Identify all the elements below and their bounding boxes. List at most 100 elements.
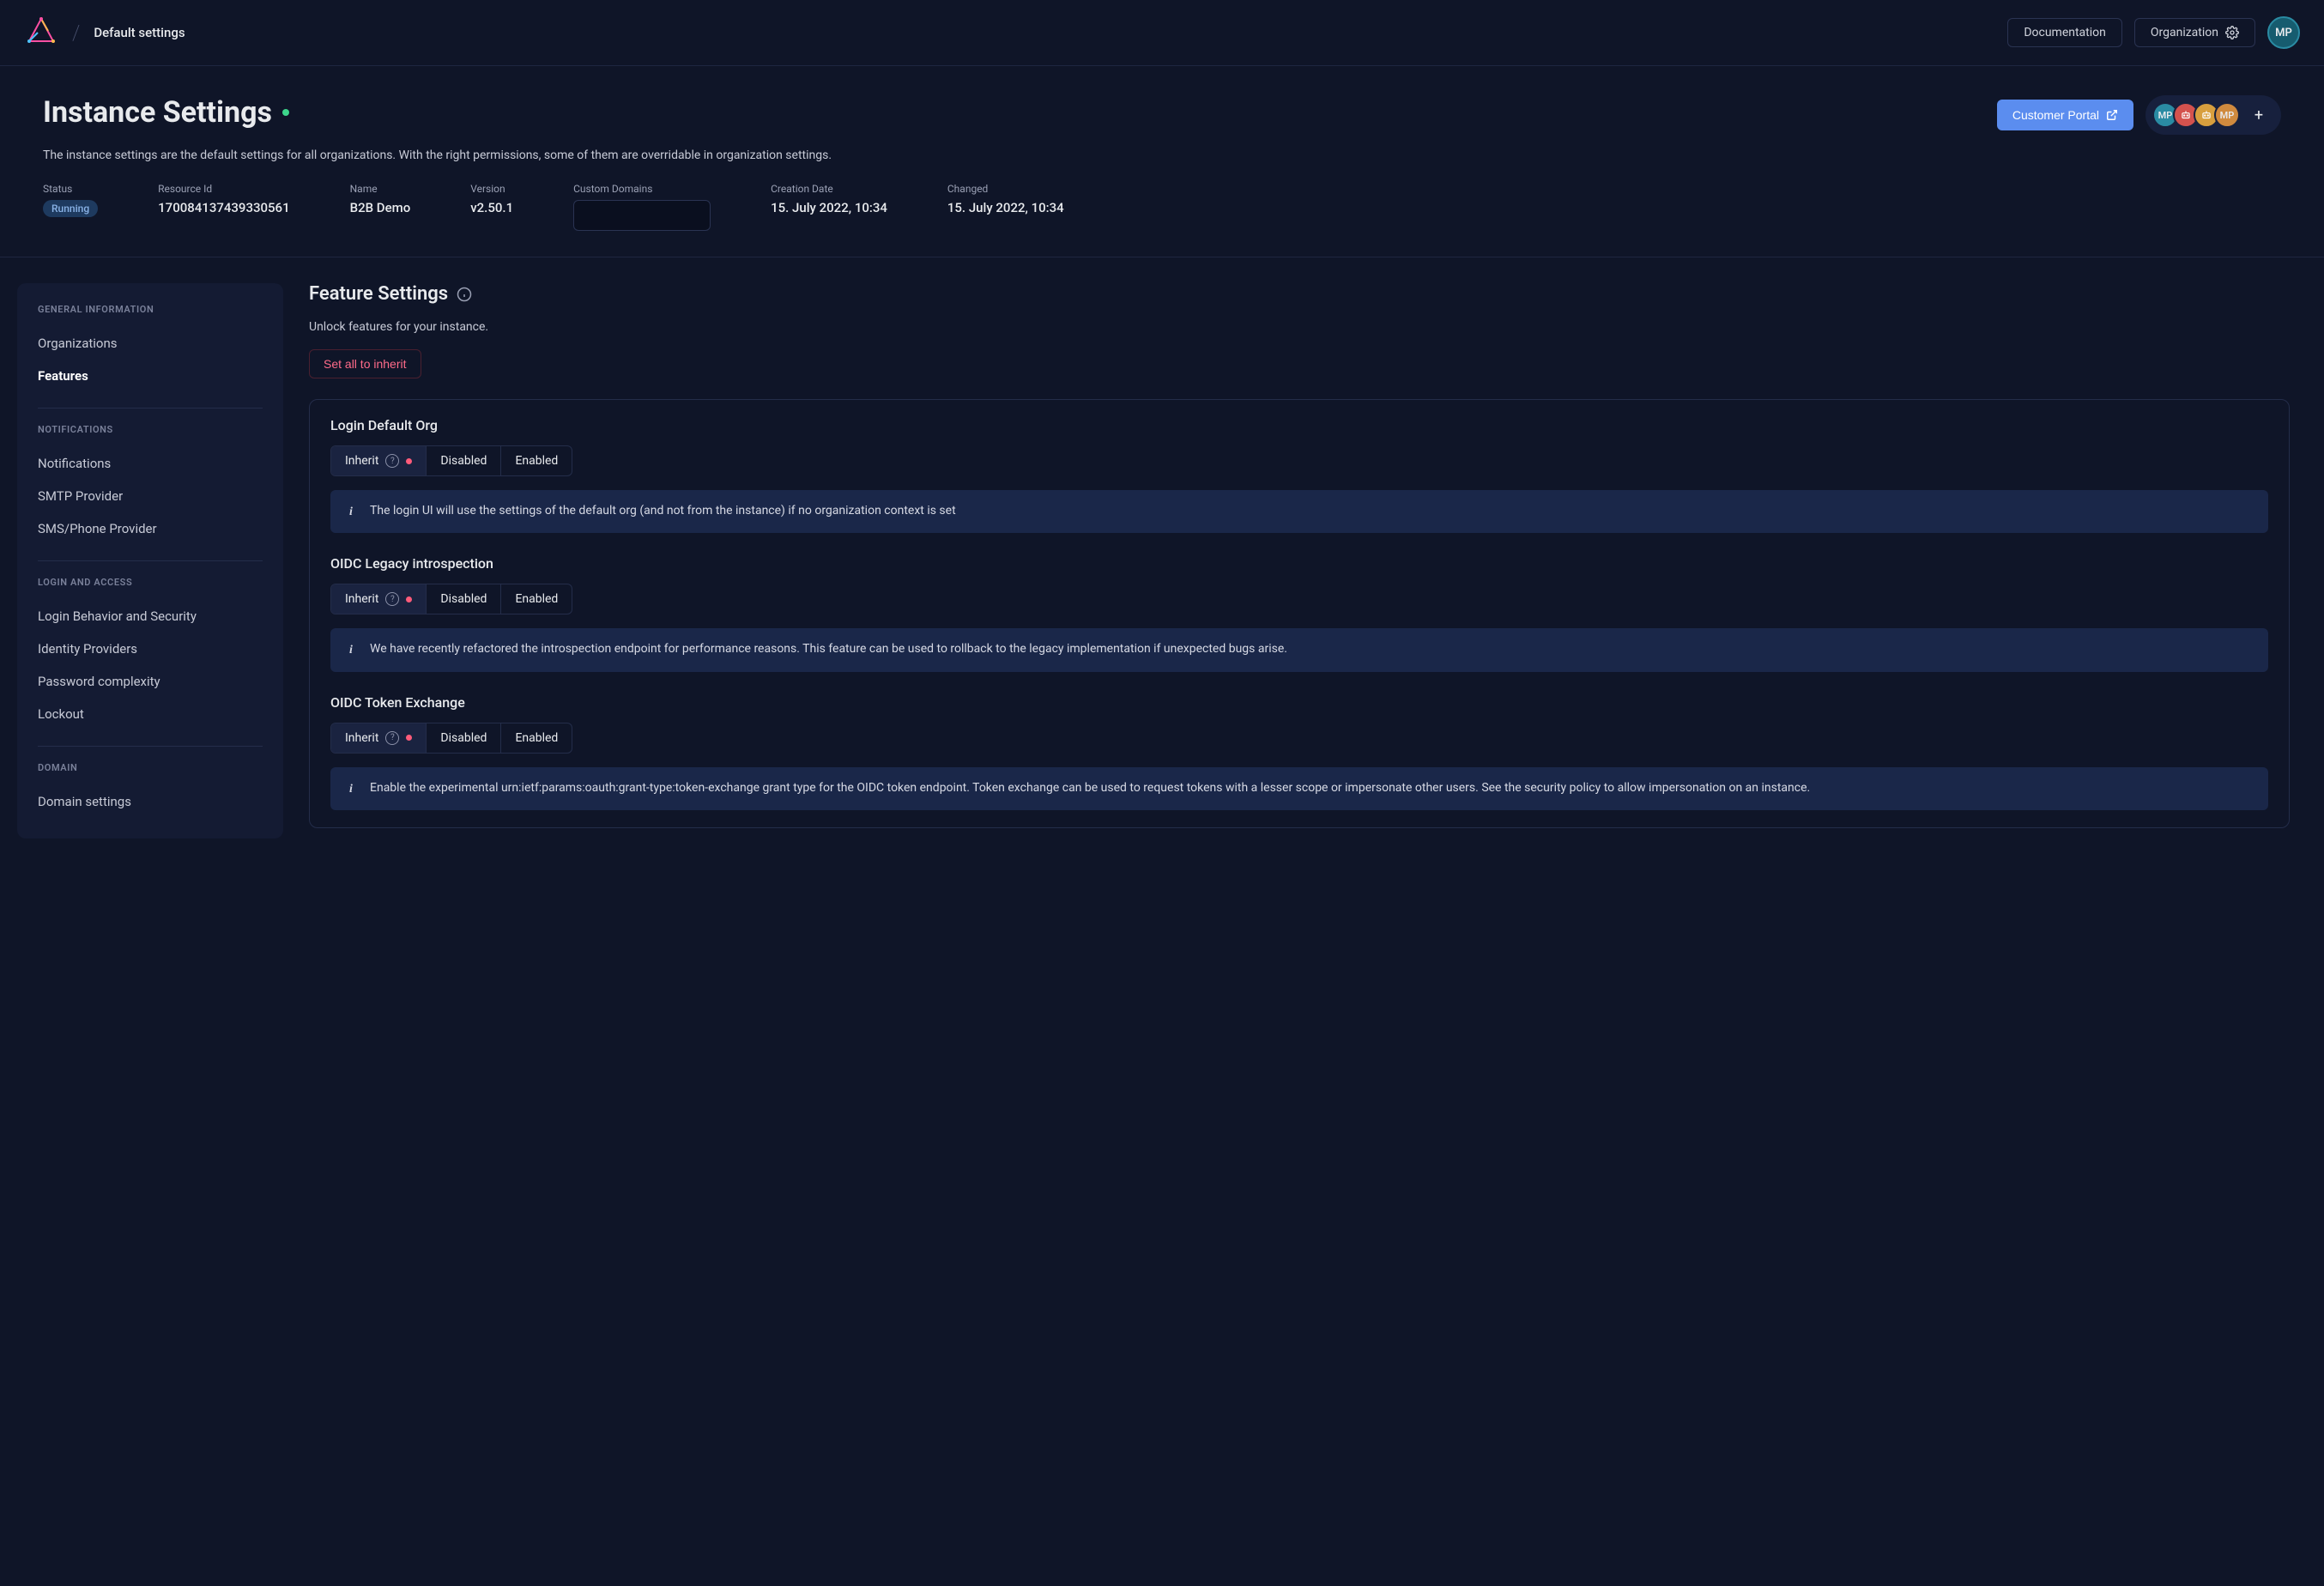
content-area: Feature Settings Unlock features for you…	[309, 283, 2307, 838]
meta-row: Status Running Resource Id 1700841374393…	[43, 183, 2281, 231]
content-title: Feature Settings	[309, 283, 2290, 305]
info-icon: i	[344, 640, 358, 659]
meta-name-value: B2B Demo	[350, 200, 411, 215]
help-icon[interactable]: ?	[385, 454, 399, 468]
feature-settings-box: Login Default Org Inherit ? Disabled Ena…	[309, 399, 2290, 828]
page-header: Instance Settings Customer Portal MP	[0, 66, 2324, 257]
feature-login-default-org: Login Default Org Inherit ? Disabled Ena…	[330, 417, 2268, 533]
content-subtitle: Unlock features for your instance.	[309, 320, 2290, 334]
meta-custom-domains: Custom Domains	[573, 183, 711, 231]
sidebar-item-sms[interactable]: SMS/Phone Provider	[38, 512, 263, 545]
set-all-inherit-button[interactable]: Set all to inherit	[309, 349, 421, 378]
info-text: We have recently refactored the introspe…	[370, 640, 1287, 657]
gear-icon	[2225, 26, 2239, 39]
info-text: Enable the experimental urn:ietf:params:…	[370, 779, 1810, 796]
sidebar-item-idp[interactable]: Identity Providers	[38, 633, 263, 665]
sidebar-divider	[38, 560, 263, 561]
sidebar-item-password[interactable]: Password complexity	[38, 665, 263, 698]
info-banner: i The login UI will use the settings of …	[330, 490, 2268, 533]
toggle-inherit[interactable]: Inherit ?	[331, 584, 427, 614]
breadcrumb-separator: /	[72, 21, 80, 45]
sidebar-item-smtp[interactable]: SMTP Provider	[38, 480, 263, 512]
toggle-disabled[interactable]: Disabled	[427, 723, 501, 753]
meta-changed-label: Changed	[947, 183, 1064, 195]
toggle-disabled[interactable]: Disabled	[427, 446, 501, 475]
user-avatar[interactable]: MP	[2267, 16, 2300, 49]
sidebar-item-features[interactable]: Features	[38, 360, 263, 392]
info-icon: i	[344, 502, 358, 521]
add-member-button[interactable]: +	[2248, 105, 2269, 125]
sidebar-item-organizations[interactable]: Organizations	[38, 327, 263, 360]
meta-changed-value: 15. July 2022, 10:34	[947, 200, 1064, 215]
info-text: The login UI will use the settings of th…	[370, 502, 956, 519]
status-dot-icon	[406, 735, 412, 741]
help-icon[interactable]: ?	[385, 592, 399, 606]
info-icon: i	[344, 779, 358, 798]
meta-creation-value: 15. July 2022, 10:34	[771, 200, 887, 215]
settings-sidebar: GENERAL INFORMATION Organizations Featur…	[17, 283, 283, 838]
sidebar-item-domain-settings[interactable]: Domain settings	[38, 785, 263, 818]
feature-toggle-group: Inherit ? Disabled Enabled	[330, 445, 572, 476]
sidebar-item-lockout[interactable]: Lockout	[38, 698, 263, 730]
page-header-row: Instance Settings Customer Portal MP	[43, 95, 2281, 135]
toggle-inherit[interactable]: Inherit ?	[331, 723, 427, 753]
feature-toggle-group: Inherit ? Disabled Enabled	[330, 723, 572, 754]
toggle-inherit-label: Inherit	[345, 731, 378, 745]
meta-creation-date: Creation Date 15. July 2022, 10:34	[771, 183, 887, 231]
info-banner: i Enable the experimental urn:ietf:param…	[330, 767, 2268, 810]
meta-changed: Changed 15. July 2022, 10:34	[947, 183, 1064, 231]
toggle-enabled[interactable]: Enabled	[501, 723, 572, 753]
topbar-left: / Default settings	[24, 15, 185, 50]
meta-name-label: Name	[350, 183, 411, 195]
meta-resource-label: Resource Id	[158, 183, 289, 195]
feature-oidc-legacy-introspection: OIDC Legacy introspection Inherit ? Disa…	[330, 555, 2268, 671]
header-actions: Customer Portal MP MP +	[1997, 95, 2281, 135]
external-link-icon	[2106, 109, 2118, 121]
toggle-inherit-label: Inherit	[345, 454, 378, 468]
topbar: / Default settings Documentation Organiz…	[0, 0, 2324, 66]
page-title-text: Instance Settings	[43, 95, 272, 130]
member-avatar: MP	[2214, 102, 2240, 128]
breadcrumb-current[interactable]: Default settings	[94, 25, 185, 40]
meta-status-label: Status	[43, 183, 98, 195]
toggle-inherit-label: Inherit	[345, 592, 378, 606]
status-dot-icon	[406, 596, 412, 602]
topbar-right: Documentation Organization MP	[2007, 16, 2300, 49]
meta-domains-label: Custom Domains	[573, 183, 711, 195]
members-pill[interactable]: MP MP +	[2145, 95, 2281, 135]
toggle-disabled[interactable]: Disabled	[427, 584, 501, 614]
sidebar-heading-general: GENERAL INFORMATION	[38, 304, 263, 315]
meta-status: Status Running	[43, 183, 98, 231]
status-dot-icon	[282, 109, 289, 116]
customer-portal-button[interactable]: Customer Portal	[1997, 100, 2133, 130]
sidebar-item-login-behavior[interactable]: Login Behavior and Security	[38, 600, 263, 633]
main-layout: GENERAL INFORMATION Organizations Featur…	[0, 257, 2324, 864]
page-title: Instance Settings	[43, 95, 289, 130]
page-description: The instance settings are the default se…	[43, 148, 2281, 162]
documentation-label: Documentation	[2024, 26, 2106, 39]
sidebar-heading-domain: DOMAIN	[38, 762, 263, 773]
toggle-enabled[interactable]: Enabled	[501, 584, 572, 614]
info-icon[interactable]	[457, 287, 472, 302]
feature-title: Login Default Org	[330, 417, 2268, 433]
feature-oidc-token-exchange: OIDC Token Exchange Inherit ? Disabled E…	[330, 694, 2268, 810]
meta-version-label: Version	[470, 183, 513, 195]
custom-domains-box[interactable]	[573, 200, 711, 231]
organization-menu[interactable]: Organization	[2134, 18, 2255, 47]
content-title-text: Feature Settings	[309, 283, 448, 305]
avatar-initials: MP	[2275, 27, 2292, 39]
sidebar-item-notifications[interactable]: Notifications	[38, 447, 263, 480]
sidebar-heading-login: LOGIN AND ACCESS	[38, 577, 263, 588]
meta-name: Name B2B Demo	[350, 183, 411, 231]
sidebar-divider	[38, 746, 263, 747]
feature-title: OIDC Token Exchange	[330, 694, 2268, 711]
status-badge: Running	[43, 200, 98, 217]
toggle-inherit[interactable]: Inherit ?	[331, 446, 427, 475]
meta-version-value: v2.50.1	[470, 200, 513, 215]
app-logo[interactable]	[24, 15, 58, 50]
meta-resource-id: Resource Id 170084137439330561	[158, 183, 289, 231]
documentation-link[interactable]: Documentation	[2007, 18, 2122, 47]
help-icon[interactable]: ?	[385, 731, 399, 745]
toggle-enabled[interactable]: Enabled	[501, 446, 572, 475]
customer-portal-label: Customer Portal	[2012, 108, 2099, 122]
